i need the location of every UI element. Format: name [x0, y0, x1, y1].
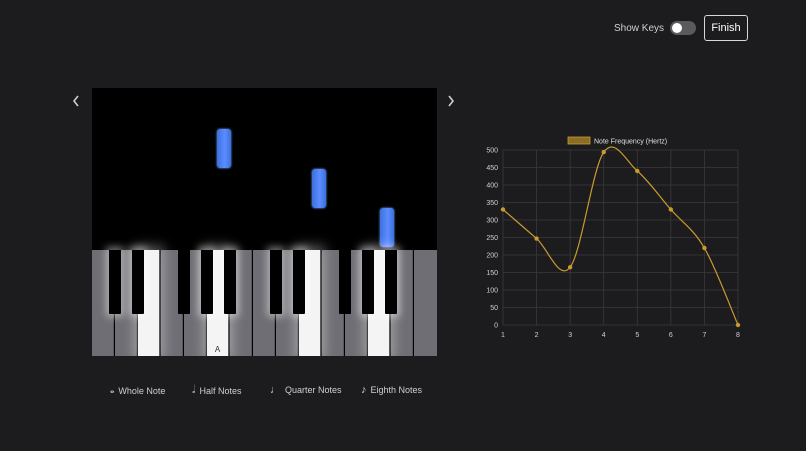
- half-note-icon: 𝅗𝅥: [192, 384, 196, 396]
- legend-label: Whole Note: [118, 385, 166, 396]
- data-point: [500, 207, 506, 212]
- piano-key-black[interactable]: [109, 250, 121, 314]
- y-tick-label: 300: [486, 218, 498, 225]
- piano-key-black[interactable]: [178, 250, 190, 314]
- quarter-note-icon: ♩: [270, 384, 281, 396]
- legend-label: Half Notes: [199, 385, 242, 396]
- x-tick-label: 8: [736, 332, 740, 339]
- x-tick-label: 4: [602, 332, 606, 339]
- y-tick-label: 100: [486, 288, 498, 295]
- legend-half-note: 𝅗𝅥 Half Notes: [192, 384, 242, 397]
- y-tick-label: 150: [486, 270, 498, 277]
- x-tick-label: 2: [535, 332, 539, 339]
- x-tick-label: 5: [635, 332, 639, 339]
- legend-label: Quarter Notes: [285, 385, 342, 395]
- piano-key-white[interactable]: [414, 250, 437, 356]
- toggle-knob: [672, 23, 683, 33]
- falling-note: [312, 169, 326, 208]
- frequency-chart: 0 50 100 150 200 250 300 350 400 450 500 1 2 3 4 5 6 7 8 No…: [486, 136, 741, 339]
- y-tick-label: 450: [486, 165, 498, 172]
- piano-roll: A: [92, 88, 437, 356]
- piano-key-black[interactable]: [224, 250, 236, 314]
- data-point: [668, 207, 674, 212]
- piano-key-black[interactable]: [385, 250, 397, 314]
- y-tick-label: 250: [486, 235, 498, 242]
- chevron-left-icon[interactable]: [71, 93, 81, 109]
- piano-key-black[interactable]: [132, 250, 144, 314]
- data-point: [735, 322, 741, 328]
- data-point: [601, 149, 606, 155]
- falling-note: [380, 208, 394, 247]
- chevron-right-icon[interactable]: [446, 93, 456, 109]
- data-point: [702, 245, 707, 251]
- data-point: [534, 236, 539, 241]
- y-tick-label: 200: [486, 253, 498, 260]
- piano-key-black[interactable]: [201, 250, 213, 314]
- key-label: A: [214, 345, 221, 354]
- legend-swatch: [567, 136, 591, 145]
- piano-key-black[interactable]: [339, 250, 351, 314]
- legend-whole-note: 𝅝 Whole Note: [110, 384, 165, 397]
- legend-quarter-note: ♩ Quarter Notes: [270, 384, 342, 396]
- y-tick-label: 0: [494, 323, 498, 330]
- y-tick-label: 400: [486, 183, 498, 190]
- x-tick-label: 3: [568, 332, 572, 339]
- finish-button[interactable]: Finish: [704, 15, 748, 41]
- x-tick-label: 6: [669, 332, 673, 339]
- y-tick-label: 500: [486, 148, 498, 155]
- piano-key-black[interactable]: [270, 250, 282, 314]
- data-point: [567, 265, 573, 270]
- legend-label: Note Frequency (Hertz): [594, 139, 667, 146]
- eighth-note-icon: ♪: [361, 384, 367, 396]
- x-tick-label: 7: [702, 332, 706, 339]
- y-tick-label: 350: [486, 200, 498, 207]
- series-line: [502, 146, 739, 326]
- y-tick-label: 50: [490, 305, 498, 312]
- falling-note: [217, 129, 231, 168]
- data-point: [635, 168, 640, 174]
- show-keys-label: Show Keys: [614, 22, 665, 34]
- legend-eighth-note: ♪ Eighth Notes: [361, 384, 422, 396]
- piano-keyboard: A: [92, 250, 437, 356]
- legend-label: Eighth Notes: [370, 385, 423, 395]
- show-keys-toggle[interactable]: [670, 21, 697, 35]
- piano-key-black[interactable]: [362, 250, 374, 314]
- piano-key-black[interactable]: [293, 250, 305, 314]
- show-keys-toggle-group: Show Keys: [614, 21, 697, 35]
- x-tick-label: 1: [501, 332, 505, 339]
- whole-note-icon: 𝅝: [110, 384, 115, 396]
